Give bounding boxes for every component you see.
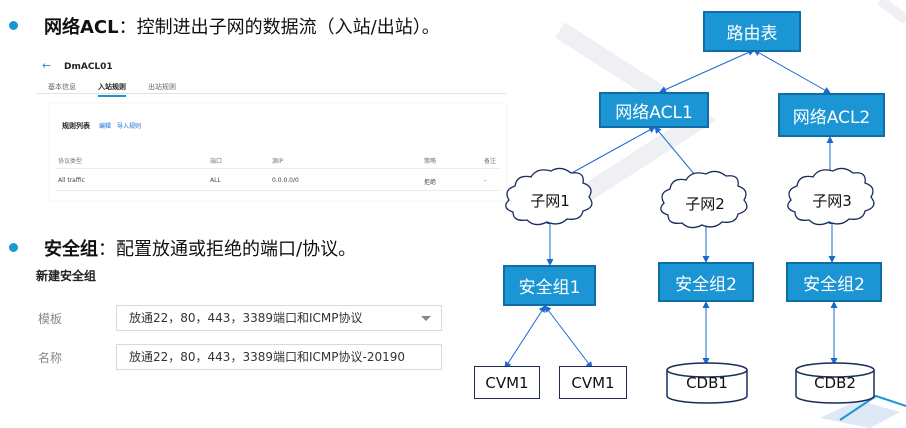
cdb1-label: CDB1 — [686, 374, 728, 392]
background-chevron — [876, 0, 906, 24]
cvm1a-box: CVM1 — [474, 366, 540, 399]
connector-route-acl1 — [659, 49, 755, 93]
connector-route-acl2 — [753, 49, 831, 94]
route-table-node: 路由表 — [703, 11, 801, 52]
sg2b-node: 安全组2 — [786, 262, 882, 302]
acl1-node: 网络ACL1 — [599, 92, 709, 128]
acl2-node: 网络ACL2 — [778, 93, 885, 137]
corner-decoration — [820, 400, 900, 428]
cdb2-label: CDB2 — [814, 374, 856, 392]
sg2a-node: 安全组2 — [658, 262, 754, 302]
connector-sg1-cvm1a — [504, 305, 546, 369]
subnet3-label: 子网3 — [812, 192, 852, 210]
diagram-canvas — [504, 0, 906, 428]
cvm1b-box: CVM1 — [559, 366, 627, 399]
subnet2-label: 子网2 — [685, 195, 725, 213]
subnet1-label: 子网1 — [530, 192, 570, 210]
sg1-node: 安全组1 — [503, 265, 596, 306]
connector-sg1-cvm1b — [544, 305, 593, 369]
